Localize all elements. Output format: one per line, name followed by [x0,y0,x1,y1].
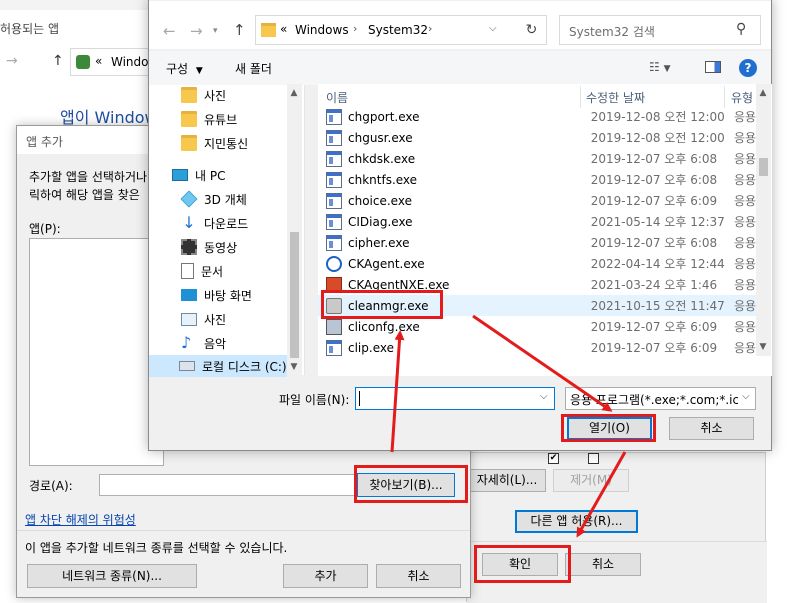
arrow-browse-to-file [390,330,405,453]
arrow-file-to-open [472,314,613,412]
arrow-open-to-ok [576,451,627,538]
annotation-arrows [390,314,627,538]
